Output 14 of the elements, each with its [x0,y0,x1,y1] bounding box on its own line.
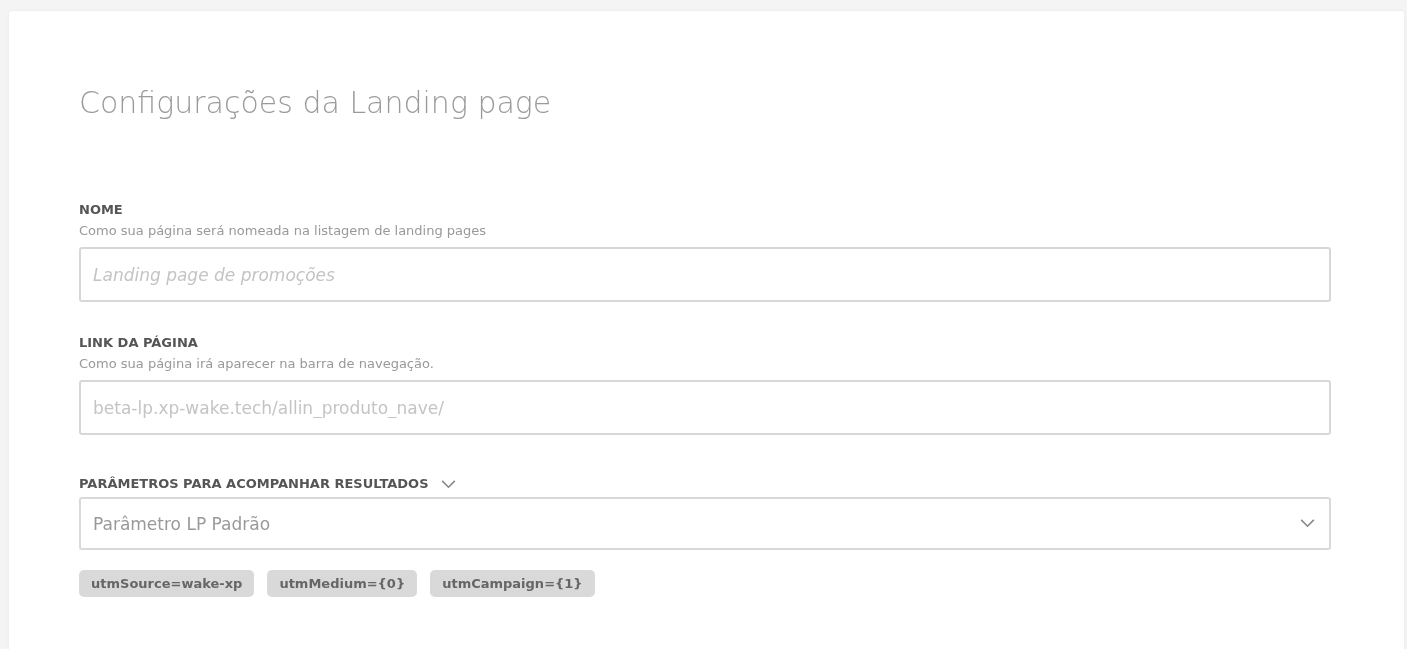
field-label: NOME [79,201,124,219]
parameter-tag: utmCampaign={1} [430,570,595,597]
field-description: Como sua página irá aparecer na barra de navegação. [79,355,435,373]
field-label: LINK DA PÁGINA [79,334,199,352]
parameter-tag: utmSource=wake-xp [79,570,255,597]
chevron-down-icon [1300,519,1315,528]
parameter-tag: utmMedium={0} [267,570,418,597]
page-title: Configurações da Landing page [79,84,553,122]
field-description: Como sua página será nomeada na listagem de landing pages [79,222,488,240]
input-field[interactable]: beta-lp.xp-wake.tech/allin_produto_nave/ [79,380,1331,435]
chevron-down-icon [440,479,456,489]
parameter-select[interactable]: Parâmetro LP Padrão [79,497,1331,550]
input-field[interactable]: Landing page de promoções [79,247,1331,302]
section-label: PARÂMETROS PARA ACOMPANHAR RESULTADOS [79,475,429,493]
